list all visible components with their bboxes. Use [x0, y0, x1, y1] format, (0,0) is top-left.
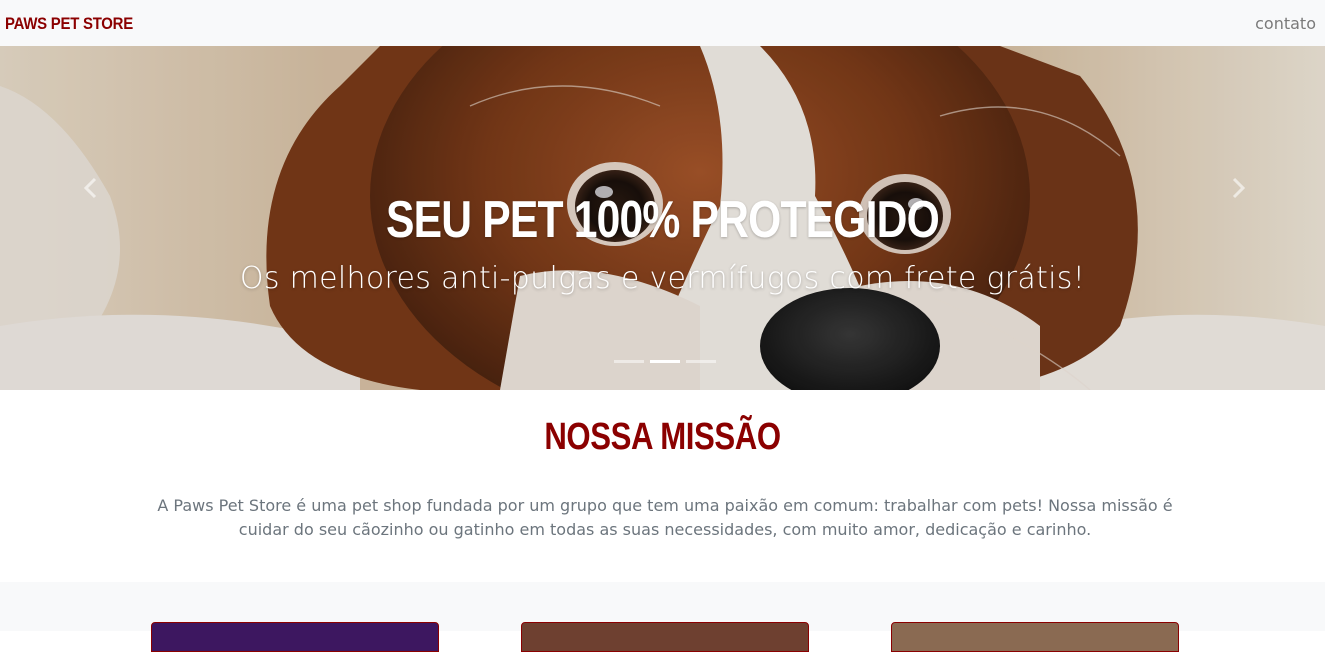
- mission-section: NOSSA MISSÃO A Paws Pet Store é uma pet …: [0, 390, 1325, 582]
- card-2-image[interactable]: [521, 622, 809, 652]
- carousel-title: SEU PET 100% PROTEGIDO: [385, 191, 940, 249]
- chevron-right-icon: [1232, 177, 1246, 199]
- carousel-indicator-3[interactable]: [686, 360, 716, 363]
- carousel-indicators: [614, 360, 716, 363]
- cards-section: [0, 582, 1325, 652]
- carousel-indicator-2[interactable]: [650, 360, 680, 363]
- brand-logo[interactable]: PAWS PET STORE: [5, 15, 133, 32]
- carousel-next-button[interactable]: [1219, 168, 1259, 208]
- carousel-prev-button[interactable]: [70, 168, 110, 208]
- card-1-image[interactable]: [151, 622, 439, 652]
- carousel-indicator-1[interactable]: [614, 360, 644, 363]
- navbar: PAWS PET STORE contato: [0, 0, 1325, 46]
- mission-text: A Paws Pet Store é uma pet shop fundada …: [157, 496, 1173, 539]
- hero-carousel: SEU PET 100% PROTEGIDO Os melhores anti-…: [0, 46, 1325, 390]
- carousel-subtitle: Os melhores anti-pulgas e vermífugos com…: [239, 261, 1086, 296]
- nav-link-contato[interactable]: contato: [1255, 14, 1316, 33]
- chevron-left-icon: [83, 177, 97, 199]
- mission-title: NOSSA MISSÃO: [544, 416, 781, 458]
- card-3-image[interactable]: [891, 622, 1179, 652]
